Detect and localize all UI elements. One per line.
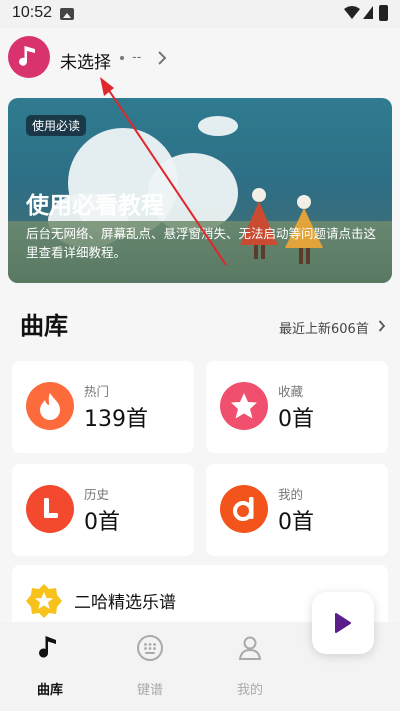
wifi-icon (344, 6, 360, 19)
music-note-icon (39, 636, 56, 658)
history-card[interactable]: 历史 0首 (12, 464, 194, 556)
cellular-icon (363, 6, 373, 19)
play-icon (335, 613, 351, 633)
featured-label: 二哈精选乐谱 (74, 593, 176, 613)
star-icon (220, 382, 268, 430)
banner-description: 后台无网络、屏幕乱点、悬浮窗消失、无法启动等问题请点击这里查看详细教程。 (26, 226, 377, 260)
now-playing-header[interactable]: 未选择 -- (0, 28, 400, 90)
card-count: 139首 (84, 407, 148, 432)
my-songs-card[interactable]: 我的 0首 (206, 464, 388, 556)
card-label: 收藏 (278, 384, 304, 399)
card-count: 0首 (278, 510, 314, 535)
banner-title: 使用必看教程 (26, 193, 164, 219)
star-badge-icon (26, 584, 62, 618)
tab-label: 键谱 (136, 683, 163, 698)
card-count: 0首 (278, 407, 314, 432)
play-button[interactable] (312, 592, 374, 654)
tab-label: 曲库 (36, 683, 63, 698)
card-count: 0首 (84, 510, 120, 535)
chevron-right-icon[interactable] (156, 50, 168, 66)
clock-icon (26, 485, 74, 533)
card-label: 热门 (84, 384, 110, 399)
tab-sheets[interactable]: 键谱 (100, 622, 200, 711)
card-label: 历史 (84, 487, 110, 502)
flame-icon (26, 382, 74, 430)
tab-mine[interactable]: 我的 (200, 622, 300, 711)
song-title[interactable]: 未选择 (60, 48, 111, 73)
recent-updates-link[interactable]: 最近上新606首 (279, 318, 369, 337)
tab-library[interactable]: 曲库 (0, 622, 100, 711)
music-disc-icon (220, 485, 268, 533)
banner-cloud (198, 116, 238, 136)
tab-label: 我的 (236, 683, 263, 698)
hot-card[interactable]: 热门 139首 (12, 361, 194, 453)
user-icon (238, 636, 262, 660)
music-note-avatar-icon[interactable] (8, 36, 50, 78)
gallery-icon (60, 8, 74, 20)
section-title: 曲库 (20, 312, 68, 340)
favorites-card[interactable]: 收藏 0首 (206, 361, 388, 453)
song-subtitle: -- (120, 50, 141, 65)
status-bar: 10:52 (0, 0, 400, 28)
status-time: 10:52 (12, 4, 53, 21)
card-label: 我的 (278, 487, 304, 502)
battery-icon (379, 5, 388, 21)
chevron-right-icon[interactable] (378, 320, 386, 332)
keypad-icon (137, 635, 163, 661)
banner-tag: 使用必读 (26, 115, 87, 136)
tutorial-banner[interactable]: 使用必读 使用必看教程 后台无网络、屏幕乱点、悬浮窗消失、无法启动等问题请点击这… (8, 98, 392, 283)
